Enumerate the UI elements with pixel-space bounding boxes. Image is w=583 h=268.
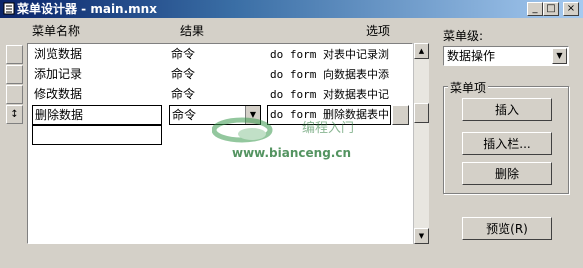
table-cell-options[interactable]: do form 对表中记录浏 bbox=[270, 45, 410, 64]
column-header-name: 菜单名称 bbox=[32, 24, 81, 38]
row-selector[interactable] bbox=[6, 45, 23, 64]
delete-button[interactable]: 删除 bbox=[462, 162, 552, 185]
row-selector[interactable] bbox=[6, 85, 23, 104]
table-cell-result[interactable]: 命令 bbox=[171, 45, 195, 64]
row-selector[interactable] bbox=[6, 65, 23, 84]
table-cell-options[interactable]: do form 向数据表中添 bbox=[270, 65, 410, 84]
grid-scrollbar[interactable]: ▲ ▼ bbox=[413, 43, 429, 244]
menu-level-value: 数据操作 bbox=[447, 49, 496, 63]
maximize-button[interactable]: □ bbox=[543, 2, 559, 16]
table-cell-name[interactable]: 添加记录 bbox=[34, 65, 82, 84]
app-icon bbox=[3, 2, 15, 15]
column-header-options: 选项 bbox=[366, 24, 391, 38]
minimize-icon: _ bbox=[532, 3, 538, 14]
watermark-text: www.bianceng.cn bbox=[232, 146, 351, 160]
options-button[interactable] bbox=[392, 105, 409, 125]
table-cell-result[interactable]: 命令 bbox=[171, 65, 195, 84]
table-cell-options[interactable]: do form 对数据表中记 bbox=[270, 85, 410, 104]
maximize-icon: □ bbox=[546, 3, 556, 14]
scroll-down-button[interactable]: ▼ bbox=[414, 228, 429, 244]
close-icon: × bbox=[566, 3, 576, 14]
table-cell-name[interactable]: 浏览数据 bbox=[34, 45, 82, 64]
svg-text:编程入门: 编程入门 bbox=[302, 121, 354, 136]
menu-item-group-label: 菜单项 bbox=[448, 79, 489, 96]
row-selector-current[interactable]: ↕ bbox=[6, 105, 23, 124]
new-menu-name-input[interactable] bbox=[32, 125, 162, 145]
scroll-thumb[interactable] bbox=[414, 103, 429, 123]
arrow-down-icon: ▼ bbox=[418, 232, 425, 240]
minimize-button[interactable]: _ bbox=[527, 2, 543, 16]
scroll-up-button[interactable]: ▲ bbox=[414, 43, 429, 59]
column-header-result: 结果 bbox=[180, 24, 205, 38]
chevron-down-icon[interactable]: ▼ bbox=[552, 48, 567, 64]
move-arrows-icon: ↕ bbox=[10, 109, 19, 120]
insert-button[interactable]: 插入 bbox=[462, 98, 552, 121]
table-cell-name[interactable]: 修改数据 bbox=[34, 85, 82, 104]
result-combo-value: 命令 bbox=[172, 108, 197, 122]
menu-level-label: 菜单级: bbox=[443, 29, 484, 43]
menu-level-combo[interactable]: 数据操作 ▼ bbox=[443, 46, 569, 66]
menu-name-input[interactable]: 删除数据 bbox=[32, 105, 162, 125]
window-title: 菜单设计器 - main.mnx bbox=[17, 2, 157, 16]
table-cell-result[interactable]: 命令 bbox=[171, 85, 195, 104]
insert-bar-button[interactable]: 插入栏... bbox=[462, 132, 552, 155]
arrow-up-icon: ▲ bbox=[418, 47, 425, 55]
preview-button[interactable]: 预览(R) bbox=[462, 217, 552, 240]
close-button[interactable]: × bbox=[563, 2, 579, 16]
